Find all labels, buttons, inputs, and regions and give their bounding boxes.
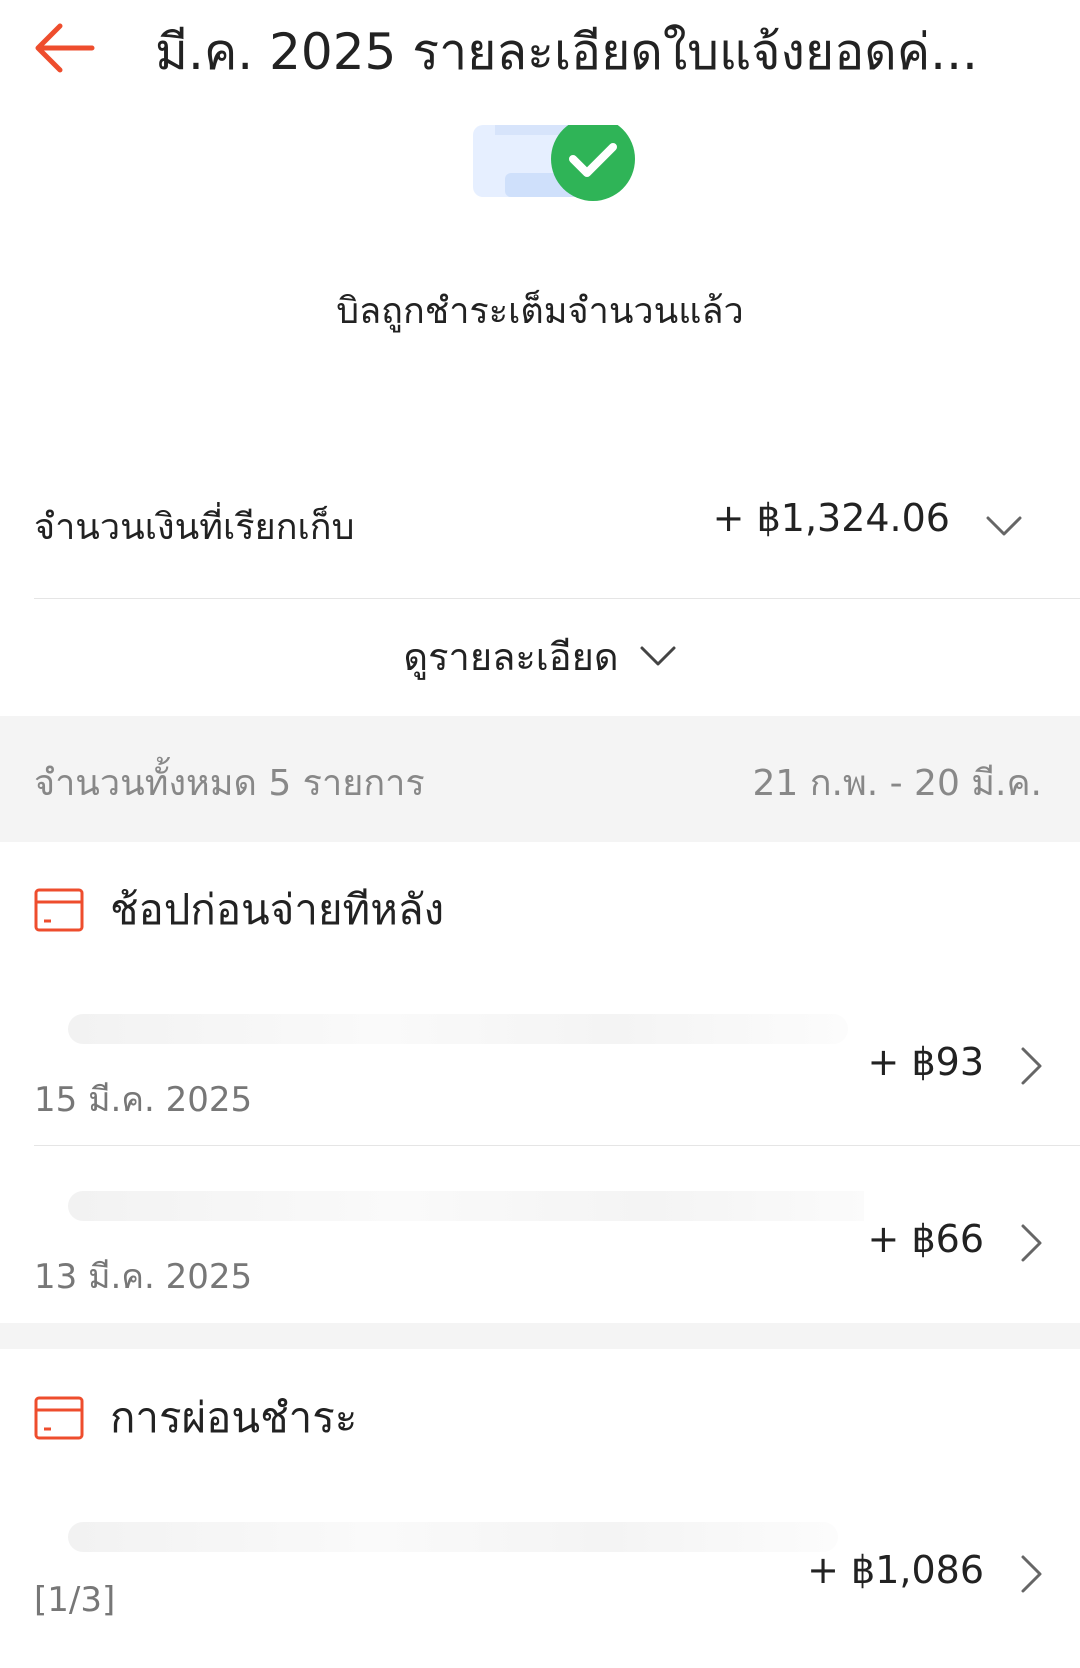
chevron-right-icon [1018, 1044, 1046, 1088]
transaction-name-redacted [34, 1177, 864, 1227]
section-header-bnpl: ช้อปก่อนจ่ายทีหลัง [34, 880, 444, 940]
view-details-button[interactable]: ดูรายละเอียด [403, 626, 676, 687]
transaction-row[interactable]: 15 มี.ค. 2025 + ฿93 [0, 1000, 1080, 1160]
transaction-date: 13 มี.ค. 2025 [34, 1257, 253, 1297]
back-arrow-icon[interactable] [30, 20, 110, 80]
transaction-name-redacted [34, 1508, 864, 1558]
card-icon [34, 888, 84, 932]
billed-amount-value: + ฿1,324.06 [712, 496, 950, 540]
transaction-amount: + ฿1,086 [807, 1548, 984, 1592]
billed-amount-label: จำนวนเงินที่เรียกเก็บ [34, 507, 355, 548]
transaction-count: จำนวนทั้งหมด 5 รายการ [34, 763, 425, 804]
installment-period: [1/3] [34, 1580, 116, 1620]
page-title: มี.ค. 2025 รายละเอียดใบแจ้งยอดค่... [155, 23, 978, 81]
bill-status-text: บิลถูกชำระเต็มจำนวนแล้ว [336, 291, 744, 332]
transaction-amount: + ฿93 [867, 1040, 984, 1084]
section-title: การผ่อนชำระ [110, 1393, 358, 1442]
transaction-amount: + ฿66 [867, 1217, 984, 1261]
card-icon [34, 1396, 84, 1440]
summary-bar: จำนวนทั้งหมด 5 รายการ 21 ก.พ. - 20 มี.ค. [0, 716, 1080, 842]
transaction-date: 15 มี.ค. 2025 [34, 1080, 253, 1120]
transaction-row[interactable]: [1/3] + ฿1,086 [0, 1508, 1080, 1668]
chevron-right-icon [1018, 1552, 1046, 1596]
app-header: มี.ค. 2025 รายละเอียดใบแจ้งยอดค่... [0, 0, 1080, 110]
section-title: ช้อปก่อนจ่ายทีหลัง [110, 885, 445, 934]
chevron-down-icon[interactable] [984, 506, 1024, 546]
bill-paid-check-icon [465, 117, 645, 210]
section-header-installment: การผ่อนชำระ [34, 1388, 357, 1448]
view-details-label: ดูรายละเอียด [403, 635, 619, 679]
section-separator [0, 1323, 1080, 1349]
chevron-down-icon [640, 646, 676, 665]
billed-amount-row[interactable]: จำนวนเงินที่เรียกเก็บ + ฿1,324.06 [34, 486, 1046, 566]
transaction-row[interactable]: 13 มี.ค. 2025 + ฿66 [0, 1177, 1080, 1337]
billing-date-range: 21 ก.พ. - 20 มี.ค. [752, 763, 1043, 804]
chevron-right-icon [1018, 1221, 1046, 1265]
view-details-row: ดูรายละเอียด [0, 626, 1080, 686]
transaction-name-redacted [34, 1000, 864, 1050]
divider [34, 598, 1080, 599]
divider [34, 1145, 1080, 1146]
